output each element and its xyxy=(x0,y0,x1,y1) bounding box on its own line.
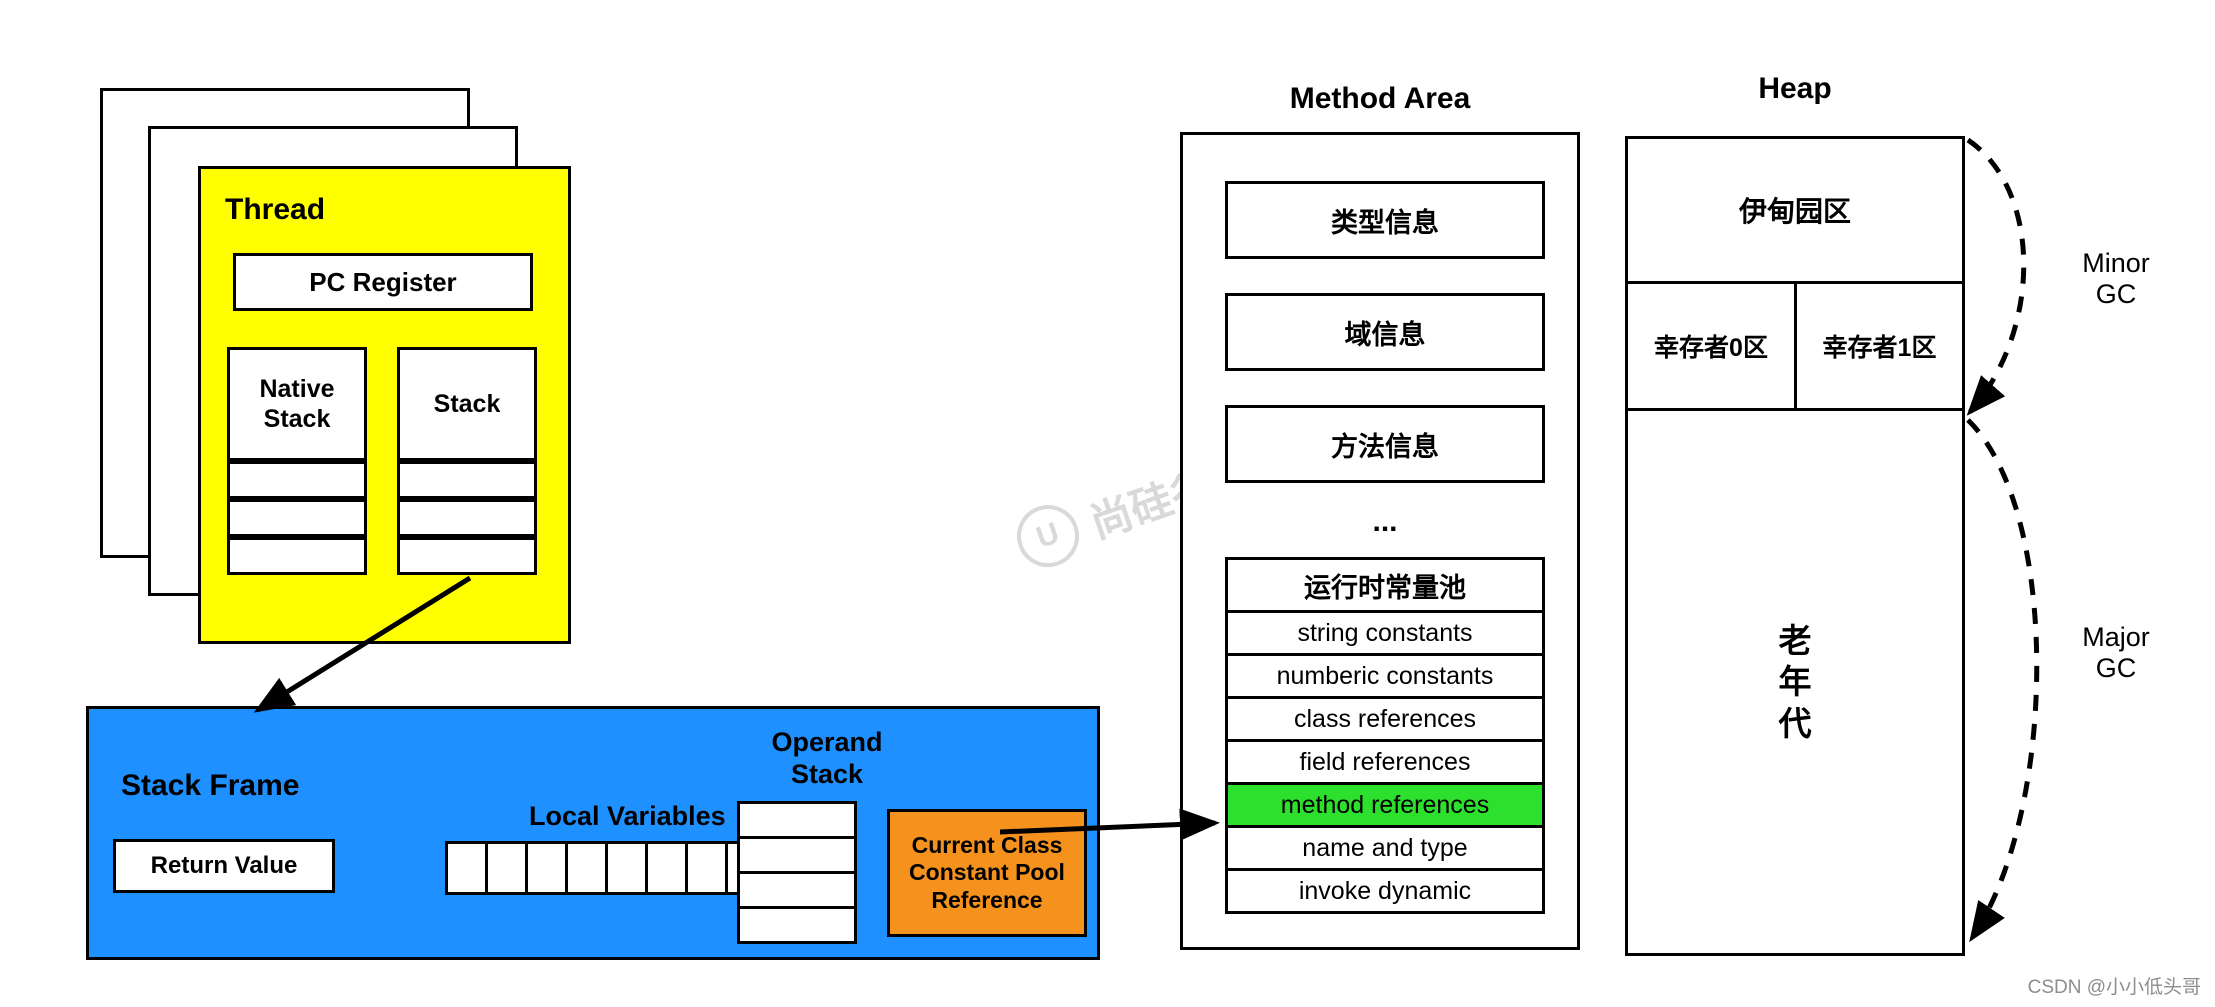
operand-stack-label-line1: Operand xyxy=(771,727,883,757)
native-stack-slot-1 xyxy=(227,461,367,499)
operand-stack-label: Operand Stack xyxy=(737,727,917,791)
constant-entry-label: method references xyxy=(1280,790,1490,819)
local-variables-label: Local Variables xyxy=(529,801,726,831)
stack-box: Stack xyxy=(397,347,537,461)
heap-eden-box: 伊甸园区 xyxy=(1625,136,1965,284)
local-variable-slot xyxy=(605,841,648,895)
arrow-minor-gc xyxy=(1966,137,2027,416)
constant-entry-string-constants: string constants xyxy=(1225,610,1545,656)
operand-stack-slot xyxy=(737,836,857,874)
watermark-logo-icon: U xyxy=(1008,496,1088,576)
heap-old-generation-line1: 老 xyxy=(1778,622,1812,660)
runtime-constant-pool-box: 运行时常量池 xyxy=(1225,557,1545,613)
native-stack-slot-3 xyxy=(227,537,367,575)
thread-card: Thread PC Register Native Stack Stack xyxy=(198,166,571,644)
constant-entry-label: name and type xyxy=(1302,833,1468,862)
method-area-panel: 类型信息 域信息 方法信息 ... 运行时常量池 string constant… xyxy=(1180,132,1580,950)
native-stack-box: Native Stack xyxy=(227,347,367,461)
thread-label: Thread xyxy=(225,193,326,226)
constant-entry-invoke-dynamic: invoke dynamic xyxy=(1225,868,1545,914)
heap-survivor1-label: 幸存者1区 xyxy=(1822,334,1937,362)
local-variable-slot xyxy=(485,841,528,895)
stack-frame-panel: Stack Frame Return Value Local Variables… xyxy=(86,706,1100,960)
constant-entry-label: field references xyxy=(1299,747,1471,776)
method-area-ellipsis: ... xyxy=(1372,505,1398,538)
constant-entry-label: invoke dynamic xyxy=(1298,876,1472,905)
major-gc-label: Major GC xyxy=(2046,622,2186,684)
minor-gc-line2: GC xyxy=(2095,279,2137,310)
pc-register-label: PC Register xyxy=(309,266,457,297)
heap-title: Heap xyxy=(1758,72,1832,105)
stack-label: Stack xyxy=(433,389,501,418)
arrow-major-gc xyxy=(1966,418,2040,943)
constant-pool-reference-line3: Reference xyxy=(931,886,1043,913)
local-variable-slot xyxy=(525,841,568,895)
constant-pool-reference-line1: Current Class xyxy=(911,832,1063,859)
return-value-box: Return Value xyxy=(113,839,335,893)
stack-slot-active xyxy=(397,537,537,575)
major-gc-line2: GC xyxy=(2095,653,2137,684)
return-value-label: Return Value xyxy=(150,852,298,879)
method-area-section-label: 方法信息 xyxy=(1331,431,1439,462)
heap-old-generation-line3: 代 xyxy=(1778,704,1812,742)
operand-stack-label-line2: Stack xyxy=(790,758,864,789)
heap-survivor0-label: 幸存者0区 xyxy=(1654,334,1768,362)
local-variable-slot xyxy=(565,841,608,895)
operand-stack-slot xyxy=(737,871,857,909)
method-area-section-label: 类型信息 xyxy=(1331,207,1439,238)
constant-entry-method-references: method references xyxy=(1225,782,1545,828)
operand-stack-slot xyxy=(737,801,857,839)
operand-stack-slot xyxy=(737,906,857,944)
heap-old-generation-line2: 年 xyxy=(1778,663,1812,701)
method-area-title: Method Area xyxy=(1289,82,1471,115)
major-gc-line1: Major xyxy=(2082,622,2150,652)
diagram-canvas: U 尚硅谷 JVM教程配图 Thread PC Register Native … xyxy=(0,0,2215,1007)
stack-slot-2 xyxy=(397,499,537,537)
runtime-constant-pool-label: 运行时常量池 xyxy=(1304,572,1466,603)
method-area-section-label: 域信息 xyxy=(1344,319,1426,350)
local-variable-slot xyxy=(685,841,728,895)
minor-gc-label: Minor GC xyxy=(2046,248,2186,310)
native-stack-label-line2: Stack xyxy=(263,405,331,433)
credit-text: CSDN @小小低头哥 xyxy=(2027,977,2201,998)
heap-old-generation-box: 老 年 代 xyxy=(1625,408,1965,956)
method-area-section-method-info: 方法信息 xyxy=(1225,405,1545,483)
constant-entry-name-and-type: name and type xyxy=(1225,825,1545,871)
method-area-section-field-info: 域信息 xyxy=(1225,293,1545,371)
constant-entry-numberic-constants: numberic constants xyxy=(1225,653,1545,699)
constant-entry-class-references: class references xyxy=(1225,696,1545,742)
local-variable-slot xyxy=(445,841,488,895)
stack-slot-1 xyxy=(397,461,537,499)
stack-frame-title: Stack Frame xyxy=(121,769,300,802)
constant-entry-label: string constants xyxy=(1297,618,1473,647)
heap-panel: 伊甸园区 幸存者0区 幸存者1区 老 年 代 xyxy=(1625,136,1965,956)
constant-entry-label: class references xyxy=(1293,704,1477,733)
heap-survivor0-box: 幸存者0区 xyxy=(1625,281,1797,411)
minor-gc-line1: Minor xyxy=(2082,248,2150,278)
constant-pool-reference-line2: Constant Pool xyxy=(909,859,1065,886)
constant-pool-reference-box: Current Class Constant Pool Reference xyxy=(887,809,1087,937)
method-area-section-type-info: 类型信息 xyxy=(1225,181,1545,259)
constant-entry-label: numberic constants xyxy=(1276,661,1494,690)
native-stack-label-line1: Native xyxy=(259,375,335,403)
operand-stack-slots xyxy=(737,801,857,944)
native-stack-slot-2 xyxy=(227,499,367,537)
local-variable-slot xyxy=(645,841,688,895)
constant-entry-field-references: field references xyxy=(1225,739,1545,785)
pc-register-box: PC Register xyxy=(233,253,533,311)
heap-survivor1-box: 幸存者1区 xyxy=(1794,281,1965,411)
heap-eden-label: 伊甸园区 xyxy=(1738,196,1851,227)
